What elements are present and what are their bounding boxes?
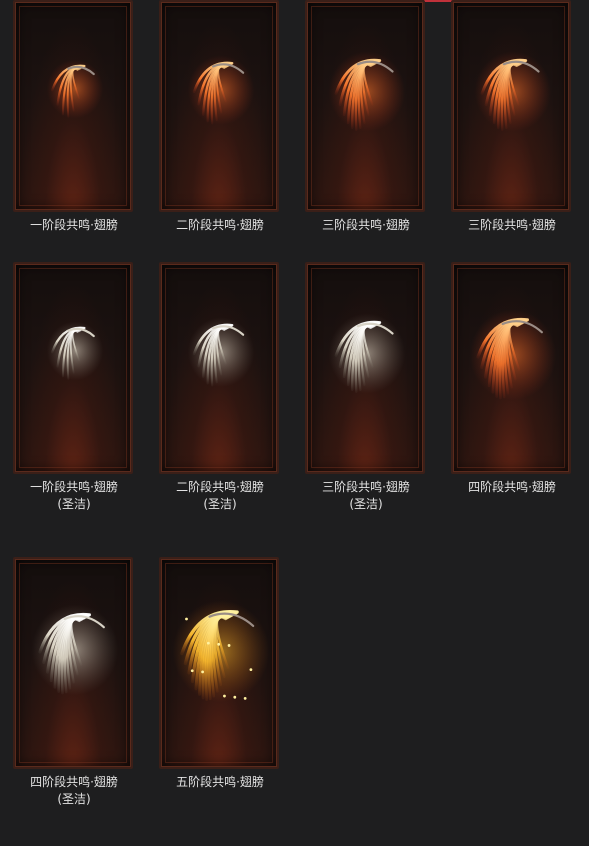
wing-feathers [328,51,406,132]
wing-card-caption: 三阶段共鸣·翅膀 [304,217,428,234]
wing-card-caption: 一阶段共鸣·翅膀 (圣洁) [12,479,136,513]
wing-feathers [46,59,104,119]
wing-subtitle: (圣洁) [203,497,237,511]
wing-subtitle: (圣洁) [57,497,91,511]
wing-feathers [31,604,119,696]
wing-spark [249,668,253,671]
wing-card-caption: 四阶段共鸣·翅膀 (圣洁) [12,774,136,808]
wing-card[interactable]: 二阶段共鸣·翅膀 (圣洁) [158,262,282,513]
wing-artwork [474,51,552,132]
wing-spark [217,642,221,646]
wing-feathers [328,313,406,394]
wing-spark [206,641,210,645]
wing-artwork [46,321,104,381]
wing-card-caption: 二阶段共鸣·翅膀 [158,217,282,234]
wing-preview-frame [451,0,571,212]
wing-spark [233,695,237,699]
wing-artwork [187,55,255,125]
wing-preview-frame [305,262,425,474]
wing-preview-frame [159,262,279,474]
wing-subtitle: (圣洁) [349,497,383,511]
wing-card-caption: 三阶段共鸣·翅膀 [450,217,574,234]
wing-preview-frame [159,557,279,769]
wing-subtitle: (圣洁) [57,792,91,806]
wing-spark [223,694,226,698]
wing-title: 三阶段共鸣·翅膀 [468,218,556,232]
wing-card-caption: 一阶段共鸣·翅膀 [12,217,136,234]
wing-title: 一阶段共鸣·翅膀 [30,480,118,494]
wing-card-caption: 四阶段共鸣·翅膀 [450,479,574,496]
wing-card[interactable]: 三阶段共鸣·翅膀 (圣洁) [304,262,428,513]
wing-artwork [328,51,406,132]
wing-preview-frame [159,0,279,212]
wing-title: 五阶段共鸣·翅膀 [176,775,264,789]
wing-artwork [187,317,255,387]
wing-title: 三阶段共鸣·翅膀 [322,218,410,232]
wing-spark [227,644,231,647]
wing-preview-frame [305,0,425,212]
wing-feathers [187,317,255,387]
wing-title: 三阶段共鸣·翅膀 [322,480,410,494]
wing-feathers [469,309,557,401]
wing-artwork [328,313,406,394]
wing-feathers [474,51,552,132]
wing-card-caption: 五阶段共鸣·翅膀 [158,774,282,791]
wing-title: 一阶段共鸣·翅膀 [30,218,118,232]
wing-preview-frame [13,557,133,769]
wing-title: 二阶段共鸣·翅膀 [176,218,264,232]
wing-card[interactable]: 四阶段共鸣·翅膀 (圣洁) [12,557,136,808]
wing-card-caption: 二阶段共鸣·翅膀 (圣洁) [158,479,282,513]
wing-card[interactable]: 二阶段共鸣·翅膀 [158,0,282,234]
wing-title: 四阶段共鸣·翅膀 [30,775,118,789]
wing-preview-frame [13,262,133,474]
wing-card[interactable]: 一阶段共鸣·翅膀 (圣洁) [12,262,136,513]
wing-artwork [469,309,557,401]
wing-card[interactable]: 三阶段共鸣·翅膀 [304,0,428,234]
wing-card[interactable]: 四阶段共鸣·翅膀 [450,262,574,496]
wing-artwork [31,604,119,696]
wing-preview-frame [451,262,571,474]
wing-card-caption: 三阶段共鸣·翅膀 (圣洁) [304,479,428,513]
wing-title: 二阶段共鸣·翅膀 [176,480,264,494]
wing-spark [190,669,194,673]
wing-feathers [187,55,255,125]
wing-artwork [172,600,270,702]
wing-card[interactable]: 五阶段共鸣·翅膀 [158,557,282,791]
wing-feathers [172,600,270,702]
wing-feathers [46,321,104,381]
wing-spark [243,696,247,700]
wing-spark [185,617,188,621]
wing-artwork [46,59,104,119]
wing-card[interactable]: 三阶段共鸣·翅膀 [450,0,574,234]
wing-title: 四阶段共鸣·翅膀 [468,480,556,494]
wing-card[interactable]: 一阶段共鸣·翅膀 [12,0,136,234]
wing-spark [201,670,204,674]
wing-preview-frame [13,0,133,212]
